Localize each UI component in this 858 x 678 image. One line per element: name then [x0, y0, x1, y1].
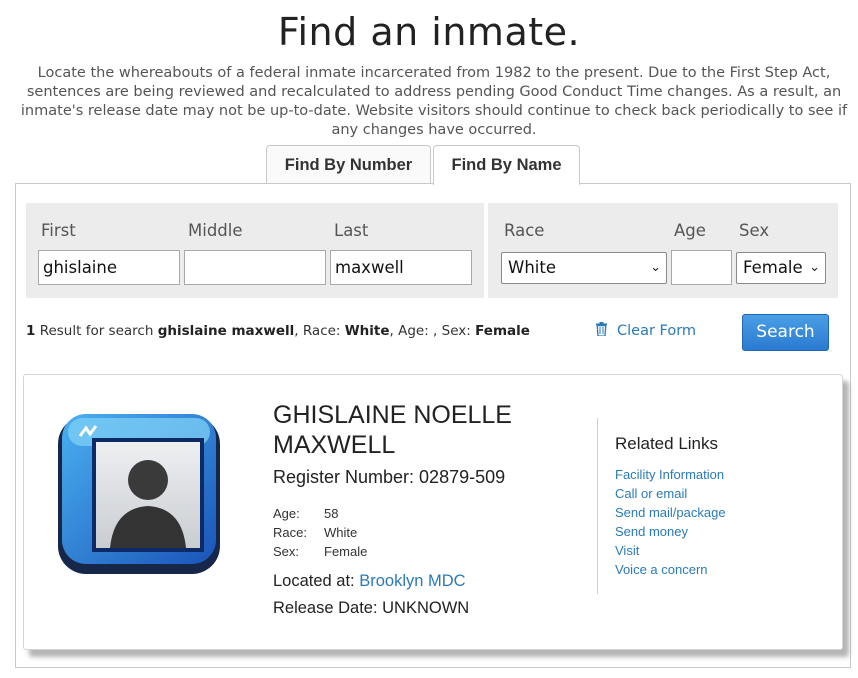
link-facility-information[interactable]: Facility Information — [615, 467, 724, 482]
sex-select[interactable]: Female ⌄ — [736, 252, 826, 284]
result-race: White — [344, 323, 390, 339]
age-detail-value: 58 — [324, 506, 339, 521]
age-input[interactable] — [671, 250, 732, 285]
sex-detail-value: Female — [324, 544, 368, 559]
trash-icon — [596, 322, 607, 336]
result-sex: Female — [475, 323, 530, 339]
last-name-input[interactable]: maxwell — [330, 250, 472, 285]
page-title: Find an inmate. — [277, 10, 581, 54]
register-number: Register Number: 02879-509 — [273, 467, 506, 487]
race-detail-label: Race: — [273, 525, 307, 540]
race-select-value: White — [508, 258, 556, 277]
link-visit[interactable]: Visit — [615, 543, 639, 558]
tab-find-by-number[interactable]: Find By Number — [266, 145, 431, 183]
race-select[interactable]: White ⌄ — [501, 252, 667, 284]
tab-find-by-name[interactable]: Find By Name — [433, 145, 580, 185]
first-name-label: First — [41, 221, 76, 240]
clear-form-link[interactable]: Clear Form — [596, 322, 696, 339]
age-label: Age — [674, 221, 706, 240]
age-detail-label: Age: — [273, 506, 300, 521]
middle-name-label: Middle — [188, 221, 243, 240]
release-date: Release Date: UNKNOWN — [273, 599, 470, 617]
race-label: Race — [504, 221, 545, 240]
link-voice-a-concern[interactable]: Voice a concern — [615, 562, 708, 577]
sex-label: Sex — [739, 221, 770, 240]
sex-select-value: Female — [743, 258, 803, 277]
chevron-down-icon: ⌄ — [650, 260, 661, 275]
location-line: Located at: Brooklyn MDC — [273, 572, 466, 590]
link-send-mail-package[interactable]: Send mail/package — [615, 505, 726, 520]
last-name-label: Last — [334, 221, 369, 240]
link-call-or-email[interactable]: Call or email — [615, 486, 687, 501]
result-count: 1 — [26, 323, 36, 339]
clear-form-label: Clear Form — [617, 323, 697, 339]
result-summary: 1 Result for search ghislaine maxwell, R… — [26, 323, 530, 339]
divider — [597, 418, 598, 594]
inmate-name: GHISLAINE NOELLE MAXWELL — [273, 401, 512, 459]
related-links-title: Related Links — [615, 434, 719, 453]
chevron-down-icon: ⌄ — [809, 260, 820, 275]
search-button[interactable]: Search — [742, 314, 829, 351]
link-send-money[interactable]: Send money — [615, 524, 688, 539]
race-detail-value: White — [324, 525, 358, 540]
facility-link[interactable]: Brooklyn MDC — [359, 572, 465, 590]
middle-name-input[interactable] — [184, 250, 326, 285]
result-query: ghislaine maxwell — [157, 323, 295, 339]
first-name-input[interactable]: ghislaine — [38, 250, 180, 285]
intro-text: Locate the whereabouts of a federal inma… — [20, 65, 848, 138]
sex-detail-label: Sex: — [273, 544, 300, 559]
person-portrait-icon — [58, 414, 220, 574]
